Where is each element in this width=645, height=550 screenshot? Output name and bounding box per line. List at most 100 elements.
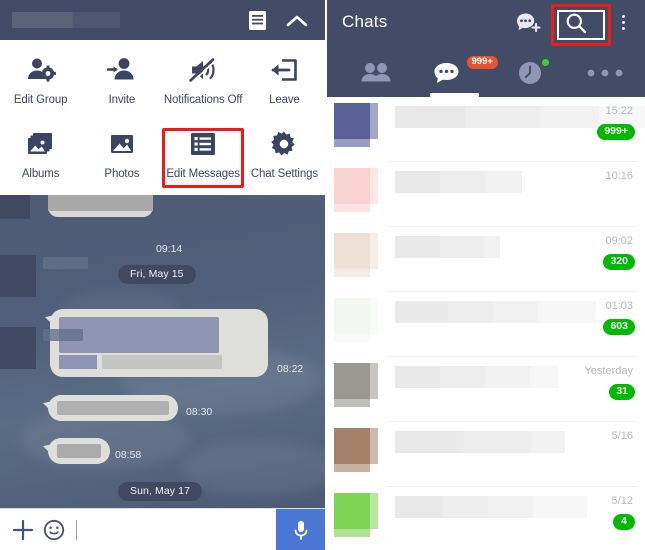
chat-list-item[interactable]: 09:02 320	[327, 227, 645, 292]
message-bubble[interactable]	[43, 395, 178, 421]
message-text-redacted	[57, 444, 101, 458]
message-bubble[interactable]	[45, 309, 268, 377]
tab-more[interactable]	[575, 48, 635, 97]
chat-list-item[interactable]: Yesterday 31	[327, 357, 645, 422]
chat-list-item[interactable]: 01:03 603	[327, 292, 645, 357]
preview-block	[395, 301, 448, 323]
preview-block	[440, 171, 485, 193]
chat-list-item[interactable]: 10:16	[327, 162, 645, 227]
menu-item-photos[interactable]: Photos	[81, 120, 162, 192]
avatar-edge	[370, 493, 378, 529]
chat-timestamp: 5/16	[611, 430, 633, 442]
menu-item-invite[interactable]: Invite	[81, 46, 162, 118]
avatar-edge	[334, 139, 370, 147]
message-timestamp: 08:22	[277, 363, 304, 375]
menu-row-1: Edit Group Invite Notifications Off Leav…	[0, 46, 325, 118]
preview-block	[443, 496, 488, 518]
preview-block	[488, 496, 533, 518]
message-text-redacted	[48, 195, 153, 211]
smiley-icon[interactable]	[42, 518, 66, 542]
menu-item-chat-settings[interactable]: Chat Settings	[244, 120, 325, 192]
chat-timestamp: 5/12	[611, 495, 633, 507]
avatar-edge	[334, 399, 370, 407]
avatar-redacted	[0, 195, 30, 219]
message-text-redacted	[59, 355, 97, 369]
avatar[interactable]	[334, 233, 378, 277]
message-text-redacted	[102, 355, 222, 369]
avatar[interactable]	[334, 168, 378, 212]
chat-timestamp: 09:02	[605, 235, 633, 247]
menu-item-label: Albums	[21, 168, 60, 180]
avatar-edge	[370, 168, 378, 204]
avatar-image	[334, 428, 370, 464]
preview-block	[395, 171, 440, 193]
preview-block	[448, 301, 493, 323]
avatar-edge	[370, 298, 378, 334]
search-icon[interactable]	[564, 11, 588, 35]
exit-arrow-icon	[267, 53, 301, 87]
text-cursor	[76, 520, 77, 540]
avatar-image	[334, 233, 370, 269]
message-timestamp: 09:14	[156, 243, 183, 255]
menu-item-edit-group[interactable]: Edit Group	[0, 46, 81, 118]
avatar[interactable]	[334, 428, 378, 472]
dot	[621, 14, 625, 18]
message-text-redacted	[57, 401, 169, 415]
unread-count-badge: 31	[609, 384, 635, 400]
list-lines-icon	[186, 127, 220, 161]
avatar-edge	[370, 233, 378, 269]
unread-count-badge: 320	[603, 254, 635, 270]
avatar-edge	[370, 428, 378, 464]
microphone-icon[interactable]	[276, 509, 325, 550]
menu-item-leave[interactable]: Leave	[244, 46, 325, 118]
friends-icon	[361, 62, 390, 81]
avatar[interactable]	[334, 103, 378, 147]
avatar-edge	[334, 334, 370, 342]
chat-list-item[interactable]: 15:22 999+	[327, 97, 645, 162]
preview-block	[533, 496, 587, 518]
menu-item-albums[interactable]: Albums	[0, 120, 81, 192]
chats-header: Chats 999+	[327, 0, 645, 97]
sender-name-redacted	[43, 329, 83, 341]
photo-icon	[105, 127, 139, 161]
tab-friends[interactable]	[338, 48, 413, 97]
avatar-image	[334, 168, 370, 204]
dot	[621, 20, 625, 24]
chat-top-bar	[0, 0, 325, 40]
group-name-redacted	[12, 12, 120, 28]
preview-block	[485, 366, 530, 388]
avatar-image	[334, 493, 370, 529]
menu-item-edit-messages[interactable]: Edit Messages	[163, 120, 244, 192]
dot	[621, 26, 625, 30]
plus-icon[interactable]	[11, 518, 35, 542]
avatar-edge	[334, 464, 370, 472]
unread-badge: 999+	[466, 55, 498, 69]
group-options-menu: Edit Group Invite Notifications Off Leav…	[0, 40, 325, 195]
message-text-redacted	[59, 317, 219, 353]
unread-count-badge: 4	[613, 514, 635, 530]
new-chat-icon[interactable]	[515, 11, 541, 35]
message-bubble[interactable]	[43, 438, 110, 464]
more-vertical-icon[interactable]	[615, 9, 631, 35]
status-dot	[541, 58, 549, 66]
menu-item-label: Invite	[108, 94, 136, 106]
menu-item-notifications-off[interactable]: Notifications Off	[163, 46, 244, 118]
avatar[interactable]	[334, 363, 378, 407]
tab-chats[interactable]: 999+	[417, 48, 498, 97]
albums-icon	[24, 127, 58, 161]
menu-item-label: Edit Messages	[166, 168, 240, 180]
message-bubble[interactable]	[48, 195, 153, 217]
avatar[interactable]	[334, 298, 378, 342]
avatar-edge	[370, 363, 378, 399]
preview-block	[440, 366, 485, 388]
list-icon[interactable]	[247, 10, 267, 31]
preview-block	[395, 366, 440, 388]
avatar[interactable]	[334, 493, 378, 537]
tab-timeline[interactable]	[496, 48, 571, 97]
chat-list-item[interactable]: 5/12 4	[327, 487, 645, 550]
sender-name-redacted	[43, 257, 88, 269]
chat-timestamp: 10:16	[605, 170, 633, 182]
page-title: Chats	[342, 12, 388, 31]
chevron-up-icon[interactable]	[285, 11, 309, 31]
chat-list-item[interactable]: 5/16	[327, 422, 645, 487]
